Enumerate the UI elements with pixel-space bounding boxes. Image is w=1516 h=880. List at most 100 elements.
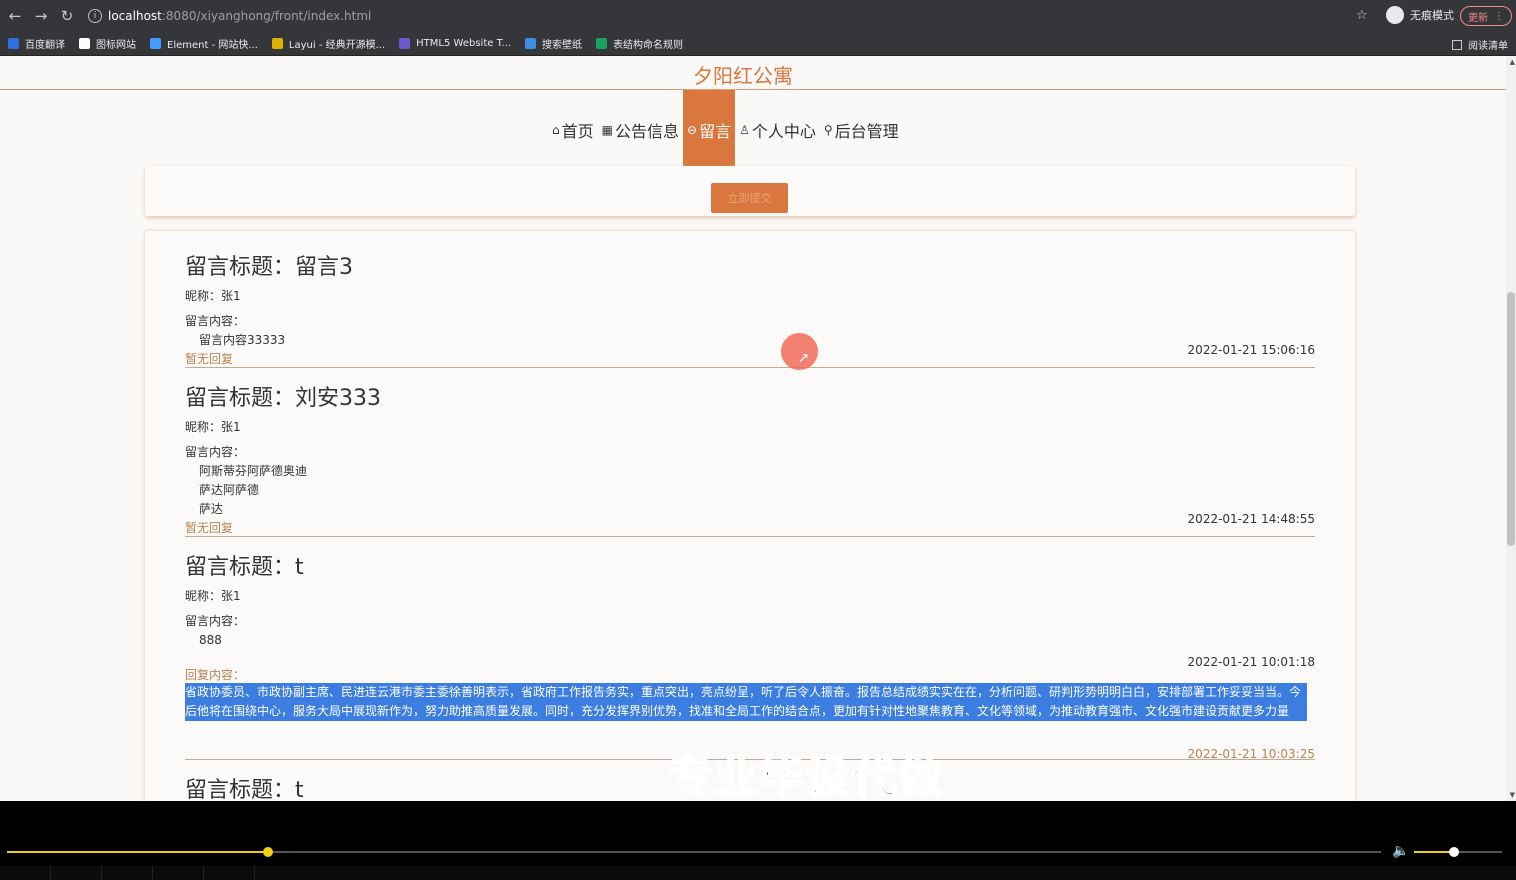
submit-button[interactable]: 立即提交 — [711, 183, 788, 213]
message-content-line: 888 — [199, 633, 222, 647]
player-segment — [0, 866, 51, 880]
bookmark-item[interactable]: Element - 网站快... — [150, 36, 258, 51]
bookmark-icon — [150, 38, 161, 49]
bookmark-label: 搜索壁纸 — [542, 40, 583, 51]
bookmark-label: Element - 网站快... — [167, 40, 258, 51]
reading-list-label: 阅读清单 — [1468, 41, 1508, 52]
player-segment — [51, 866, 102, 880]
url-host: localhost — [108, 9, 162, 23]
reply-label: 回复内容： — [185, 668, 246, 682]
bookmark-item[interactable]: HTML5 Website T... — [399, 38, 511, 49]
user-icon: ♙ — [739, 123, 750, 137]
message-content-line: 萨达阿萨德 — [199, 483, 260, 497]
bookmark-star-icon[interactable]: ☆ — [1356, 8, 1368, 23]
menu-item-notices[interactable]: ▦ 公告信息 — [598, 90, 683, 170]
bookmark-item[interactable]: 百度翻译 — [8, 36, 65, 51]
message-content: 888 — [185, 631, 1315, 650]
message-title: 留言标题：留言3 — [185, 255, 353, 280]
volume-knob[interactable] — [1448, 847, 1459, 857]
menu-item-messages[interactable]: ⊖ 留言 — [683, 90, 736, 170]
menu-item-label: 后台管理 — [834, 122, 899, 141]
incognito-indicator[interactable]: 无痕模式 — [1386, 6, 1454, 24]
message-divider — [185, 367, 1315, 368]
menu-item-label: 留言 — [699, 122, 732, 141]
message-title: 留言标题：刘安333 — [185, 386, 381, 411]
scroll-up-icon[interactable]: ▲ — [1510, 58, 1515, 66]
message-item: 留言标题：t 昵称：张1 留言内容： 888 2022-01-21 10:01:… — [185, 549, 1315, 761]
message-list-card: 留言标题：留言3 昵称：张1 留言内容： 留言内容33333 暂无回复 2022… — [145, 231, 1355, 801]
menu-item-home[interactable]: ⌂ 首页 — [548, 90, 598, 170]
bookmark-label: HTML5 Website T... — [416, 38, 512, 49]
reply-status: 暂无回复 — [185, 521, 234, 535]
message-content-line: 萨达 — [199, 502, 224, 516]
reading-list-button[interactable]: 阅读清单 — [1452, 37, 1508, 52]
address-bar[interactable]: i localhost:8080/xiyanghong/front/index.… — [80, 4, 1380, 28]
browser-toolbar: ← → ↻ i localhost:8080/xiyanghong/front/… — [0, 0, 1516, 32]
reply-text: 省政协委员、市政协副主席、民进连云港市委主委徐善明表示，省政府工作报告务实，重点… — [185, 683, 1307, 721]
player-bottom-bar — [0, 866, 1516, 880]
message-title: 留言标题：t — [185, 555, 304, 580]
bookmark-label: 百度翻译 — [25, 40, 65, 51]
bookmark-icon — [271, 38, 283, 49]
menu-item-admin[interactable]: ⚲ 后台管理 — [820, 90, 903, 170]
url-path: :8080/xiyanghong/front/index.html — [161, 9, 372, 23]
message-icon: ⊖ — [687, 123, 698, 137]
menu-item-label: 公告信息 — [614, 122, 679, 141]
bookmark-icon — [525, 38, 537, 49]
mouse-cursor-icon: ➚ — [798, 350, 810, 366]
progress-track[interactable] — [7, 847, 1381, 857]
message-content-line: 阿斯蒂芬阿萨德奥迪 — [199, 464, 308, 478]
message-nickname: 昵称：张1 — [185, 420, 241, 434]
bookmark-icon — [8, 38, 19, 49]
bookmark-icon — [399, 38, 411, 49]
bookmark-label: 图标网站 — [96, 40, 136, 51]
volume-fill — [1414, 851, 1454, 853]
bookmark-item[interactable]: Layui - 经典开源模... — [271, 36, 386, 51]
menu-item-label: 首页 — [561, 122, 594, 141]
message-content-label: 留言内容： — [185, 614, 246, 628]
video-player-controls: 🔈 — [0, 801, 1516, 880]
video-watermark: 专业毕设代做 — [667, 751, 944, 801]
main-menu: ⌂ 首页 ▦ 公告信息 ⊖ 留言 ♙ 个人中心 ⚲ 后台管理 — [548, 90, 903, 170]
site-title: 夕阳红公寓 — [693, 64, 793, 88]
reload-icon[interactable]: ↻ — [56, 5, 78, 27]
grid-icon: ▦ — [601, 123, 613, 137]
menu-item-label: 个人中心 — [751, 122, 816, 141]
reading-list-icon — [1452, 39, 1462, 50]
scroll-down-icon[interactable]: ▼ — [1510, 791, 1515, 799]
update-button[interactable]: 更新 ⋮ — [1460, 6, 1512, 26]
more-icon: ⋮ — [1494, 10, 1504, 22]
progress-fill — [7, 851, 269, 853]
home-icon: ⌂ — [552, 123, 560, 137]
page-viewport: 夕阳红公寓 ⌂ 首页 ▦ 公告信息 ⊖ 留言 ♙ 个人中心 ⚲ 后台管理 立即提交 留言标题：留言… — [0, 56, 1516, 801]
update-label: 更新 — [1468, 12, 1488, 24]
bookmark-label: Layui - 经典开源模... — [288, 40, 386, 51]
bookmark-item[interactable]: 搜索壁纸 — [525, 36, 582, 51]
message-item: 留言标题：刘安333 昵称：张1 留言内容： 阿斯蒂芬阿萨德奥迪 萨达阿萨德 萨… — [185, 380, 1315, 536]
menu-item-profile[interactable]: ♙ 个人中心 — [735, 90, 820, 170]
player-segment — [102, 866, 153, 880]
message-content: 阿斯蒂芬阿萨德奥迪 萨达阿萨德 萨达 — [185, 462, 1315, 519]
message-content-label: 留言内容： — [185, 314, 246, 328]
message-nickname: 昵称：张1 — [185, 589, 241, 603]
message-content-line: 留言内容33333 — [199, 333, 286, 347]
bookmark-item[interactable]: 图标网站 — [79, 36, 136, 51]
volume-track[interactable] — [1414, 847, 1502, 857]
reply-status: 暂无回复 — [185, 352, 234, 366]
progress-knob[interactable] — [263, 847, 274, 857]
volume-icon[interactable]: 🔈 — [1392, 843, 1409, 859]
bookmark-label: 表结构命名规则 — [613, 40, 684, 51]
bookmarks-bar: 百度翻译 图标网站 Element - 网站快... Layui - 经典开源模...… — [0, 32, 1516, 56]
scroll-thumb[interactable] — [1507, 292, 1515, 546]
forward-icon[interactable]: → — [30, 5, 52, 27]
bookmark-item[interactable]: 表结构命名规则 — [596, 36, 683, 51]
bookmark-icon — [79, 38, 90, 49]
message-item: 留言标题：留言3 昵称：张1 留言内容： 留言内容33333 暂无回复 2022… — [185, 249, 1315, 367]
message-date: 2022-01-21 15:06:16 — [1187, 343, 1315, 357]
message-divider — [185, 536, 1315, 537]
incognito-icon — [1386, 6, 1404, 24]
info-icon[interactable]: i — [88, 9, 102, 23]
page-scrollbar[interactable]: ▲ ▼ — [1506, 56, 1516, 801]
back-icon[interactable]: ← — [4, 5, 26, 27]
message-date: 2022-01-21 10:01:18 — [1187, 655, 1315, 669]
